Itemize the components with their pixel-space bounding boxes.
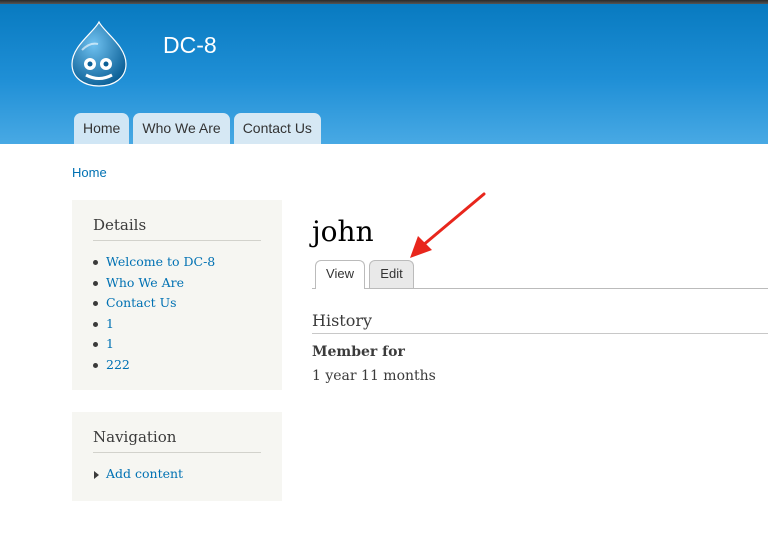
details-link[interactable]: 1 — [106, 316, 114, 331]
collapsed-arrow-icon — [94, 471, 99, 479]
details-link[interactable]: Who We Are — [106, 275, 184, 290]
main-menu: Home Who We Are Contact Us — [74, 113, 321, 144]
header-top-bar — [0, 0, 768, 4]
menu-item-contact-us[interactable]: Contact Us — [233, 113, 321, 144]
details-link[interactable]: 1 — [106, 336, 114, 351]
add-content-link[interactable]: Add content — [106, 466, 183, 481]
red-annotation-arrow-icon — [410, 192, 486, 258]
breadcrumb-home-link[interactable]: Home — [72, 165, 107, 180]
navigation-list: Add content — [93, 465, 261, 486]
site-name[interactable]: DC-8 — [163, 32, 217, 59]
bullet-icon — [93, 321, 98, 327]
details-link[interactable]: Welcome to DC-8 — [106, 254, 215, 269]
details-link[interactable]: 222 — [106, 357, 130, 372]
list-item: Welcome to DC-8 — [93, 253, 261, 274]
menu-item-who-we-are[interactable]: Who We Are — [133, 113, 230, 144]
list-item: Contact Us — [93, 294, 261, 315]
list-item: 1 — [93, 335, 261, 356]
drupal-logo-icon[interactable] — [68, 20, 130, 88]
list-item: Who We Are — [93, 274, 261, 295]
navigation-block-title: Navigation — [93, 428, 261, 453]
bullet-icon — [93, 362, 98, 368]
details-block: Details Welcome to DC-8 Who We Are Conta… — [72, 200, 282, 390]
page-title: john — [312, 215, 374, 248]
bullet-icon — [93, 280, 98, 286]
bullet-icon — [93, 301, 98, 307]
tab-edit[interactable]: Edit — [369, 260, 414, 288]
details-block-title: Details — [93, 216, 261, 241]
tab-view[interactable]: View — [315, 260, 365, 289]
menu-item-home[interactable]: Home — [74, 113, 130, 144]
member-for-label: Member for — [312, 344, 405, 360]
details-link[interactable]: Contact Us — [106, 295, 177, 310]
site-header: DC-8 Home Who We Are Contact Us — [0, 0, 768, 144]
member-for-value: 1 year 11 months — [312, 368, 436, 384]
list-item: Add content — [93, 465, 261, 486]
tabs-divider — [312, 288, 768, 289]
history-section-title: History — [312, 311, 768, 334]
bullet-icon — [93, 342, 98, 348]
list-item: 1 — [93, 315, 261, 336]
list-item: 222 — [93, 356, 261, 377]
navigation-block: Navigation Add content — [72, 412, 282, 501]
bullet-icon — [93, 260, 98, 265]
details-list: Welcome to DC-8 Who We Are Contact Us 1 … — [93, 253, 261, 377]
